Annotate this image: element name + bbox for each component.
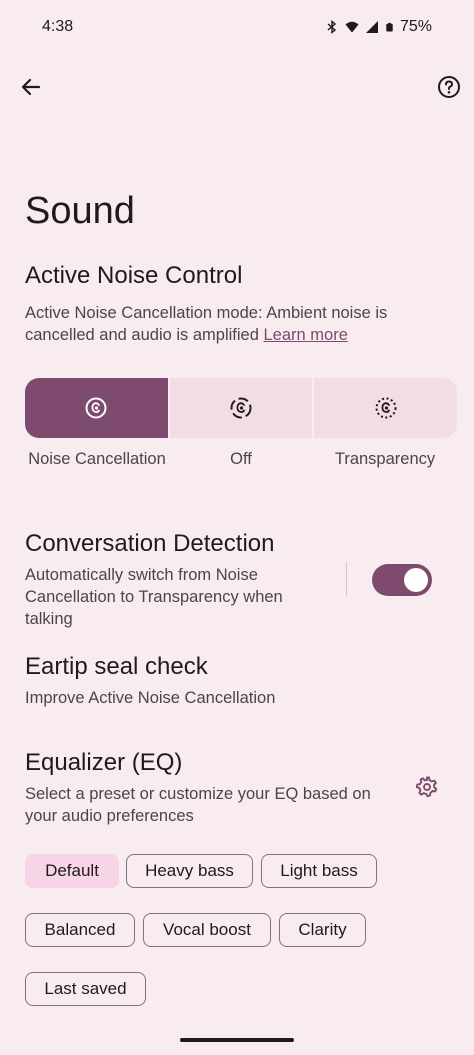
eq-preset-default[interactable]: Default [25,854,119,888]
eq-preset-clarity[interactable]: Clarity [279,913,366,947]
eartip-seal-check-title[interactable]: Eartip seal check [25,653,208,681]
page-title: Sound [25,190,135,232]
mode-off-button[interactable] [167,378,313,438]
eq-preset-balanced[interactable]: Balanced [25,913,135,947]
eq-settings-button[interactable] [412,772,442,802]
anc-description: Active Noise Cancellation mode: Ambient … [25,302,445,346]
eq-preset-last-saved[interactable]: Last saved [25,972,146,1006]
back-button[interactable] [14,70,48,104]
anc-title: Active Noise Control [25,262,243,289]
toggle-thumb [404,568,428,592]
cell-signal-icon [365,21,378,33]
eq-preset-light-bass[interactable]: Light bass [261,854,377,888]
conversation-detection-desc: Automatically switch from Noise Cancella… [25,566,283,628]
mode-transparency-button[interactable] [312,378,457,438]
bluetooth-icon [327,20,337,34]
learn-more-link[interactable]: Learn more [264,326,348,344]
mode-label-off: Off [230,450,252,468]
status-time: 4:38 [42,18,74,35]
arrow-left-icon [21,78,41,96]
eq-preset-vocal-boost[interactable]: Vocal boost [143,913,271,947]
conversation-detection-title: Conversation Detection [25,530,275,557]
help-circle-icon [438,76,460,98]
status-bar: 4:38 75% [0,0,474,54]
eq-preset-heavy-bass[interactable]: Heavy bass [126,854,253,888]
battery-icon [386,22,393,32]
mode-label-transparency: Transparency [334,450,436,468]
help-button[interactable] [432,70,466,104]
anc-off-icon [230,397,252,419]
vertical-divider [346,562,347,596]
eartip-seal-check-desc: Improve Active Noise Cancellation [25,689,276,707]
wifi-icon [345,21,359,33]
top-app-bar [0,66,474,110]
anc-mode-selector [25,378,457,438]
status-icons: 75% [325,18,432,36]
home-indicator[interactable] [180,1038,294,1042]
gear-icon [415,776,438,798]
battery-percent: 75% [399,18,432,35]
equalizer-title: Equalizer (EQ) [25,749,183,776]
transparency-icon [375,397,397,419]
conversation-detection-toggle[interactable] [372,564,432,596]
noise-cancellation-icon [85,397,107,419]
mode-noise-cancellation-button[interactable] [25,378,168,438]
equalizer-desc: Select a preset or customize your EQ bas… [25,785,371,825]
mode-label-noise-cancellation: Noise Cancellation [28,450,166,468]
